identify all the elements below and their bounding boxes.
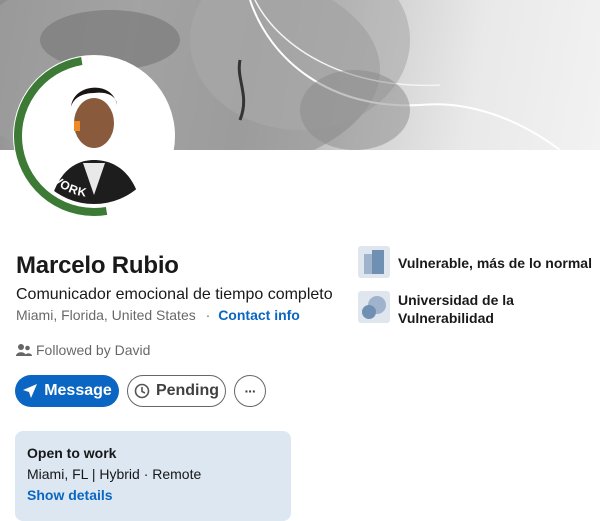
avatar-photo: #OPENTOWORK: [14, 56, 174, 216]
message-button[interactable]: Message: [15, 375, 119, 407]
clock-icon: [134, 383, 150, 399]
education-label: Universidad de la Vulnerabilidad: [398, 292, 514, 326]
profile-name: Marcelo Rubio: [16, 252, 179, 279]
message-button-label: Message: [44, 382, 112, 399]
pending-button-label: Pending: [155, 382, 220, 399]
open-to-work-details: Miami, FL | Hybrid · Remote: [27, 466, 202, 482]
pending-button[interactable]: Pending: [127, 375, 226, 407]
profile-location: Miami, Florida, United States: [16, 307, 196, 323]
location-row: Miami, Florida, United States · Contact …: [16, 307, 300, 323]
people-icon: [16, 344, 32, 356]
more-actions-button[interactable]: ···: [234, 375, 266, 407]
open-to-work-title: Open to work: [27, 445, 117, 461]
contact-info-link[interactable]: Contact info: [218, 307, 300, 323]
education-item[interactable]: Universidad de la Vulnerabilidad: [358, 291, 598, 327]
send-icon: [23, 384, 38, 398]
more-icon: ···: [244, 383, 257, 399]
profile-headline: Comunicador emocional de tiempo completo: [16, 286, 333, 303]
current-company-item[interactable]: Vulnerable, más de lo normal: [358, 246, 598, 278]
current-company-label: Vulnerable, más de lo normal: [398, 255, 592, 271]
show-details-link[interactable]: Show details: [27, 487, 113, 503]
followed-by-text: Followed by David: [36, 342, 151, 358]
open-to-work-card: Open to work Miami, FL | Hybrid · Remote…: [15, 431, 291, 521]
profile-avatar[interactable]: #OPENTOWORK: [13, 55, 175, 217]
school-logo-icon: [358, 291, 390, 323]
followed-by-row: Followed by David: [16, 342, 150, 358]
company-logo-icon: [358, 246, 390, 278]
separator-dot: ·: [205, 307, 211, 323]
